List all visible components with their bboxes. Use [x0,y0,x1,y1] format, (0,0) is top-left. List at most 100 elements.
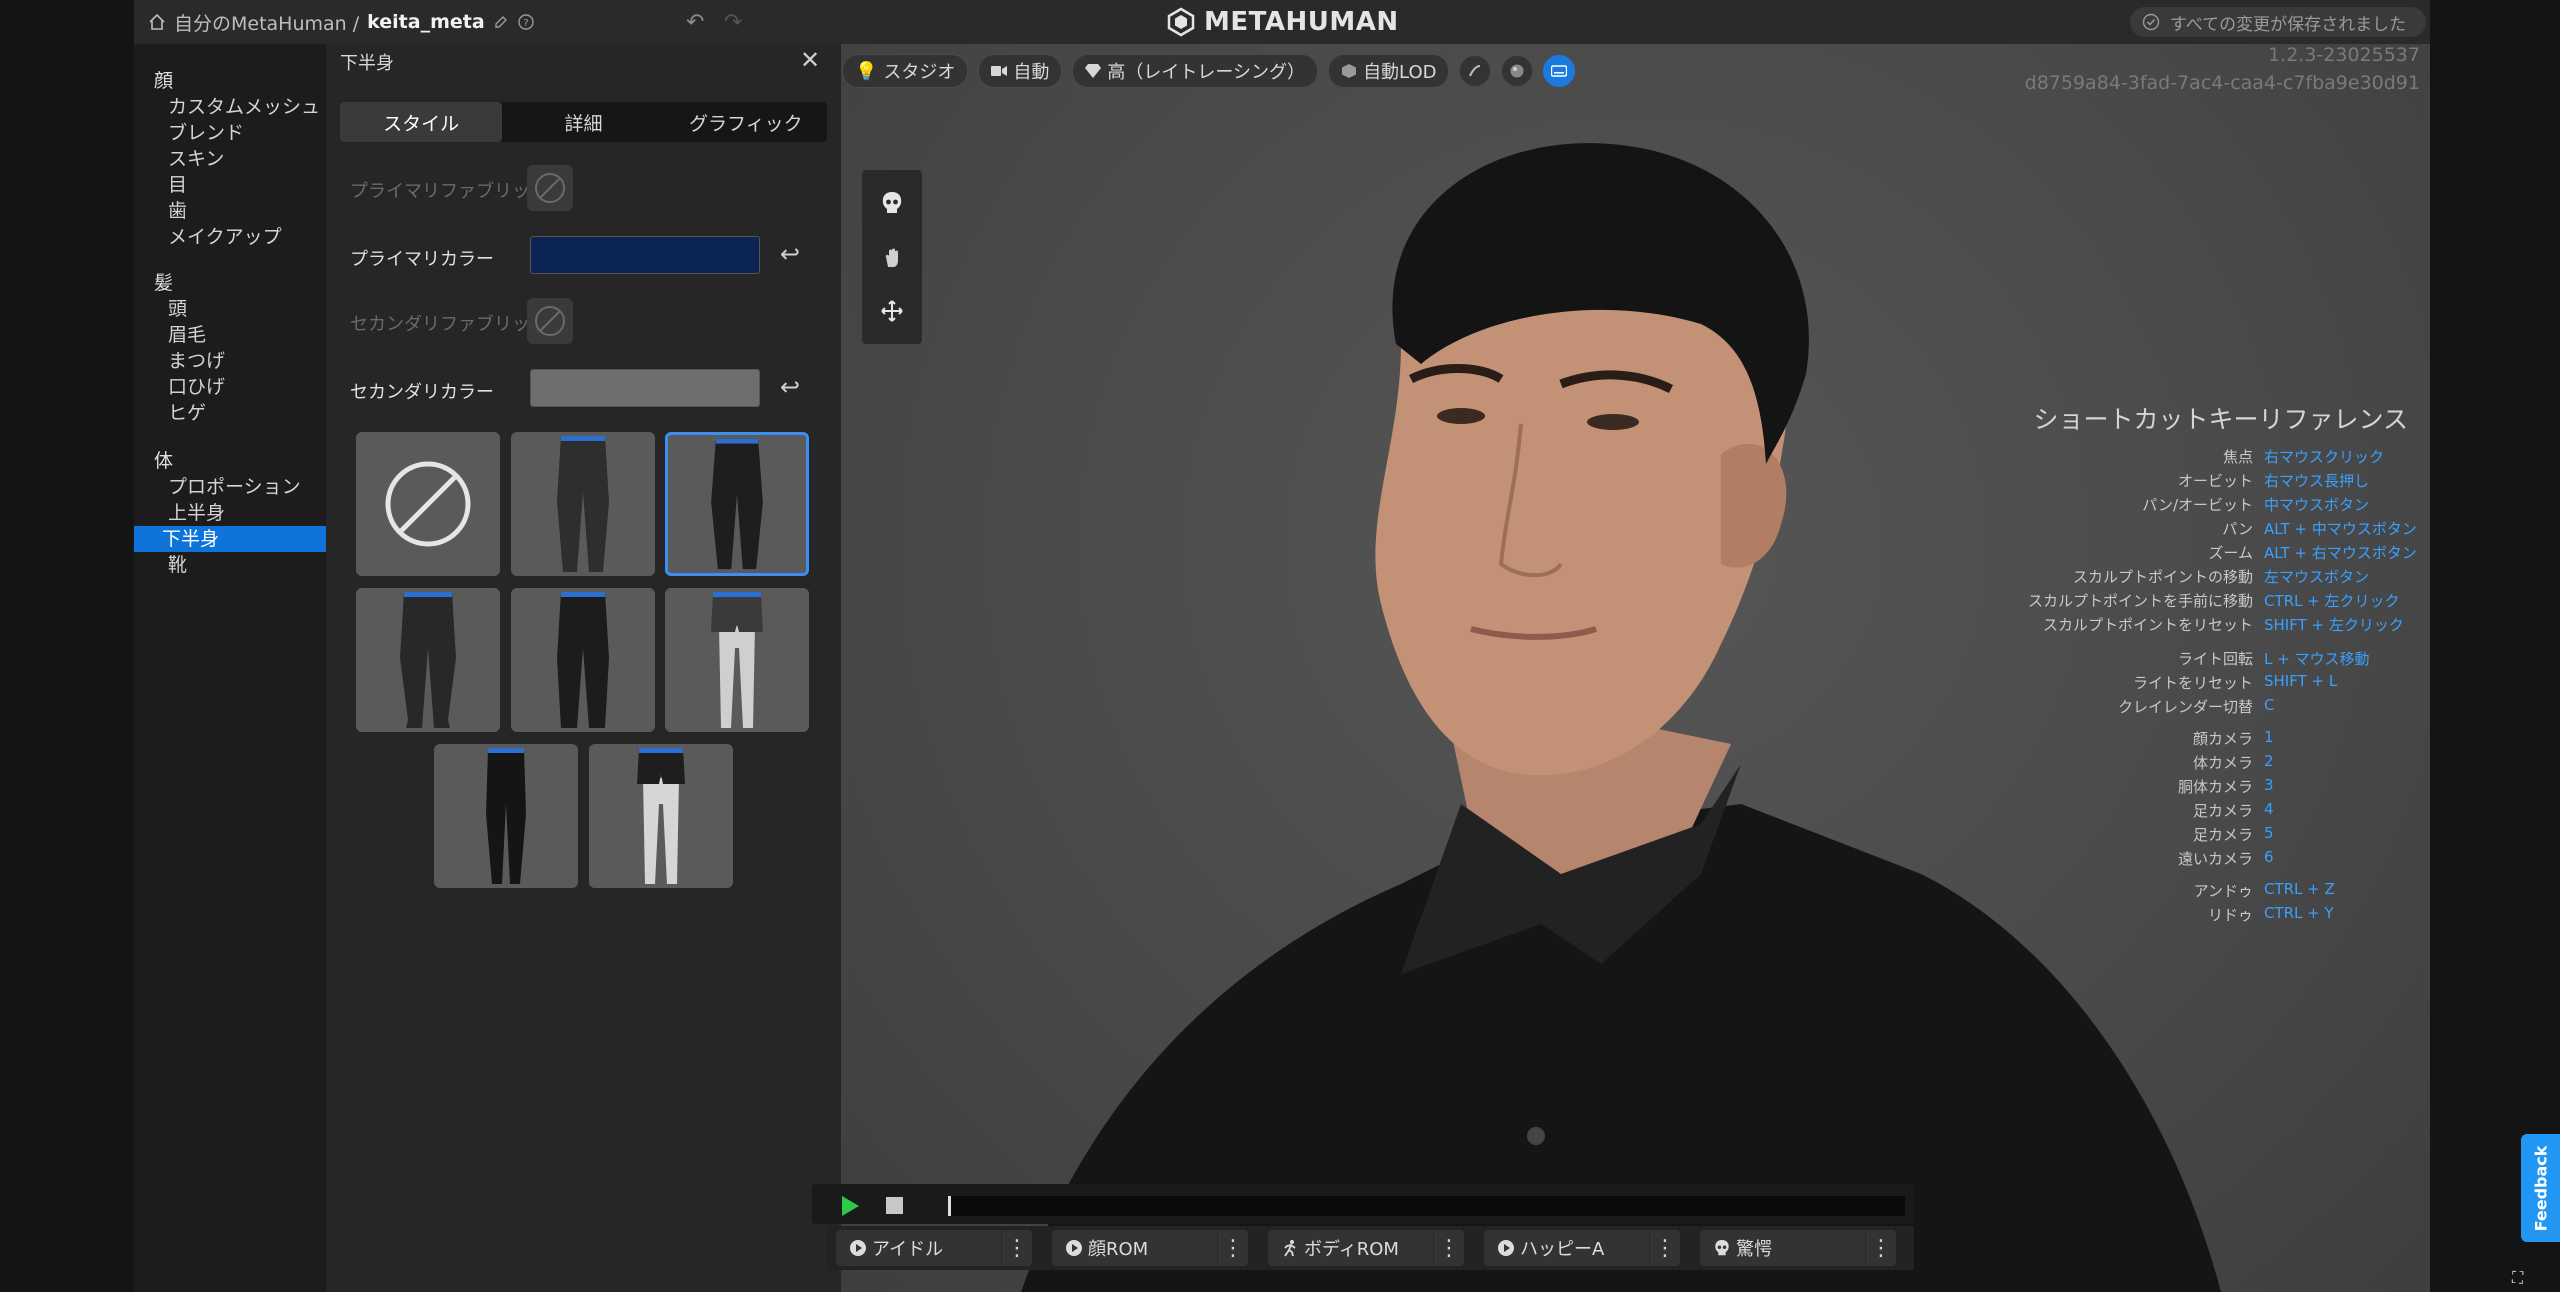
animation-label: ボディROM [1304,1239,1399,1260]
shortcut-action: スカルプトポイントの移動 [2072,568,2253,586]
shortcut-action: リドゥ [2207,906,2253,924]
tab-graphic[interactable]: グラフィック [665,102,827,142]
save-status-text: すべての変更が保存されました [2170,14,2407,35]
animation-happy-a-button[interactable]: ハッピーA ⋮ [1484,1230,1680,1266]
more-options-icon[interactable]: ⋮ [1649,1230,1680,1266]
primary-color-swatch[interactable] [530,236,760,274]
feedback-label: Feedback [2531,1145,2550,1231]
style-thumbnail[interactable] [356,588,500,732]
style-none-thumbnail[interactable] [356,432,500,576]
nav-item-teeth[interactable]: 歯 [162,198,332,224]
nav-item-eyes[interactable]: 目 [162,172,332,198]
shortcut-action: 焦点 [2222,448,2253,466]
nav-item-skin[interactable]: スキン [162,146,332,172]
breadcrumb-root[interactable]: 自分のMetaHuman / [174,9,359,36]
shortcut-key: ALT + 中マウスボタン [2264,520,2417,538]
animation-surprised-button[interactable]: 驚愕 ⋮ [1700,1230,1896,1266]
style-thumbnail[interactable] [511,432,655,576]
shortcut-key: 1 [2264,728,2274,746]
running-figure-icon [1276,1239,1304,1257]
skull-icon[interactable] [877,188,907,218]
shortcut-key: 右マウスクリック [2264,448,2385,466]
fullscreen-icon[interactable]: ⛶ [2512,1268,2523,1288]
play-circle-icon [844,1239,872,1257]
nav-item-eyebrows[interactable]: 眉毛 [162,322,332,348]
animation-idle-button[interactable]: アイドル ⋮ [836,1230,1032,1266]
style-thumbnail[interactable] [511,588,655,732]
nav-item-makeup[interactable]: メイクアップ [162,224,332,250]
secondary-color-swatch[interactable] [530,369,760,407]
timeline-scrubber[interactable] [948,1196,1905,1216]
shortcut-action: スカルプトポイントを手前に移動 [2027,592,2253,610]
redo-icon[interactable]: ↷ [724,10,742,35]
primary-color-label: プライマリカラー [350,249,494,270]
nav-item-mustache[interactable]: 口ひげ [162,374,332,400]
reset-secondary-color-icon[interactable]: ↩ [780,373,800,401]
lighting-studio-button[interactable]: 💡 スタジオ [842,54,969,88]
style-thumbnail-selected[interactable] [665,432,809,576]
stop-icon[interactable] [886,1197,903,1214]
hand-select-icon[interactable] [877,242,907,272]
lod-button[interactable]: 自動LOD [1328,54,1450,88]
secondary-pattern-none-button[interactable] [527,298,573,344]
tab-style[interactable]: スタイル [340,102,503,142]
leggings-icon [486,748,526,884]
shortcut-key: 中マウスボタン [2264,496,2370,514]
style-thumbnail[interactable] [589,744,733,888]
animation-label: アイドル [872,1239,944,1260]
shortcut-action: 胴体カメラ [2177,778,2253,796]
reset-primary-color-icon[interactable]: ↩ [780,240,800,268]
project-name: keita_meta [367,11,485,33]
camera-auto-button[interactable]: 自動 [978,54,1063,88]
category-nav: 顔 カスタムメッシュ ブレンド スキン 目 歯 メイクアップ 髪 頭 眉毛 まつ… [134,44,326,1292]
shortcut-key: 左マウスボタン [2264,568,2370,586]
animation-label: 顔ROM [1088,1239,1149,1260]
lightbulb-icon: 💡 [855,60,878,82]
lighting-label: スタジオ [883,62,956,83]
nav-item-custom-mesh[interactable]: カスタムメッシュ [162,94,332,120]
nav-section-body: 体 [154,450,174,472]
shortcut-key: 2 [2264,752,2274,770]
shortcut-key: SHIFT + L [2264,672,2338,690]
shortcut-key: 3 [2264,776,2274,794]
app-logo: METAHUMAN [1166,6,1399,38]
move-arrows-icon[interactable] [877,296,907,326]
camera-icon [991,65,1008,77]
nav-item-bottoms[interactable]: 下半身 [134,526,326,552]
help-icon[interactable]: ? [517,13,535,31]
edit-icon[interactable] [493,14,509,30]
style-thumbnail[interactable] [434,744,578,888]
nav-item-beard[interactable]: ヒゲ [162,400,332,426]
more-options-icon[interactable]: ⋮ [1217,1230,1248,1266]
keyboard-shortcuts-button[interactable] [1543,55,1576,87]
nav-item-shoes[interactable]: 靴 [162,552,332,578]
close-icon[interactable]: ✕ [800,46,820,74]
animation-body-rom-button[interactable]: ボディROM ⋮ [1268,1230,1464,1266]
shortcut-key: 5 [2264,824,2274,842]
secondary-color-label: セカンダリカラー [350,382,494,403]
nav-item-eyelashes[interactable]: まつげ [162,348,332,374]
render-quality-button[interactable]: 高（レイトレーシング） [1072,54,1319,88]
hair-toggle-button[interactable] [1459,55,1492,87]
shortcut-key: CTRL + Y [2264,904,2334,922]
shortcut-key: CTRL + Z [2264,880,2335,898]
primary-pattern-none-button[interactable] [527,165,573,211]
style-thumbnail[interactable] [665,588,809,732]
nav-item-top[interactable]: 上半身 [162,500,332,526]
more-options-icon[interactable]: ⋮ [1001,1230,1032,1266]
animation-face-rom-button[interactable]: 顔ROM ⋮ [1052,1230,1248,1266]
play-icon[interactable] [840,1195,860,1217]
feedback-button[interactable]: Feedback [2521,1134,2560,1242]
more-options-icon[interactable]: ⋮ [1865,1230,1896,1266]
nav-item-head-hair[interactable]: 頭 [162,296,332,322]
animation-label: ハッピーA [1520,1239,1605,1260]
nav-item-proportions[interactable]: プロポーション [162,474,332,500]
undo-icon[interactable]: ↶ [686,10,704,35]
shortcut-action: アンドゥ [2193,882,2253,900]
clay-render-button[interactable] [1501,55,1534,87]
nav-section-face: 顔 [154,70,174,92]
home-icon[interactable] [148,13,166,31]
nav-item-blend[interactable]: ブレンド [162,120,332,146]
more-options-icon[interactable]: ⋮ [1433,1230,1464,1266]
tab-details[interactable]: 詳細 [502,102,664,142]
